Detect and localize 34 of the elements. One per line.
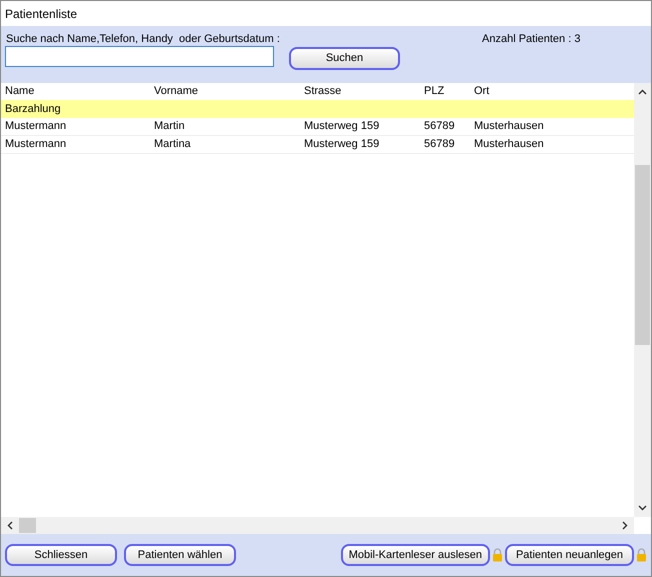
patient-count: Anzahl Patienten : 3 — [482, 32, 580, 47]
table-cell-text: Mustermann — [4, 119, 68, 134]
column-header[interactable]: Ort — [470, 83, 634, 100]
search-field[interactable] — [5, 46, 274, 67]
scroll-down-icon[interactable] — [638, 505, 647, 511]
scroll-right-icon[interactable] — [622, 521, 628, 530]
scroll-left-icon[interactable] — [7, 521, 13, 530]
scrollbar-thumb[interactable] — [19, 518, 36, 533]
search-label: Suche nach Name,Telefon, Handy oder Geburtsdatum : — [6, 32, 280, 47]
table-cell-text: Musterhausen — [473, 119, 545, 134]
column-header[interactable]: Vorname — [150, 83, 300, 100]
table-cell-text: Martin — [153, 119, 186, 134]
column-header[interactable]: Strasse — [300, 83, 420, 100]
table-cell-text: Mustermann — [4, 137, 68, 152]
window-title: Patientenliste — [5, 6, 78, 22]
scrollbar-thumb[interactable] — [635, 165, 650, 345]
table-cell-text: Musterweg 159 — [303, 137, 380, 152]
column-header[interactable]: PLZ — [420, 83, 470, 100]
table-cell-text: Musterhausen — [473, 137, 545, 152]
column-header[interactable]: Name — [1, 83, 150, 100]
action-button[interactable]: Patienten wählen — [124, 544, 236, 566]
horizontal-scrollbar[interactable] — [1, 517, 634, 534]
table-cell-text: 56789 — [423, 119, 456, 134]
table-cell-text: 56789 — [423, 137, 456, 152]
group-label: Barzahlung — [4, 102, 61, 117]
search-button[interactable]: Suchen — [289, 47, 400, 70]
vertical-scrollbar[interactable] — [634, 83, 651, 517]
group-row[interactable]: Barzahlung — [1, 100, 634, 118]
table-cell-text: Martina — [153, 137, 192, 152]
action-button[interactable]: Mobil-Kartenleser auslesen — [340, 544, 490, 566]
table-cell-text: Musterweg 159 — [303, 119, 380, 134]
action-button[interactable]: Schliessen — [5, 544, 117, 566]
action-button[interactable]: Patienten neuanlegen — [505, 544, 634, 566]
scroll-up-icon[interactable] — [638, 89, 647, 95]
